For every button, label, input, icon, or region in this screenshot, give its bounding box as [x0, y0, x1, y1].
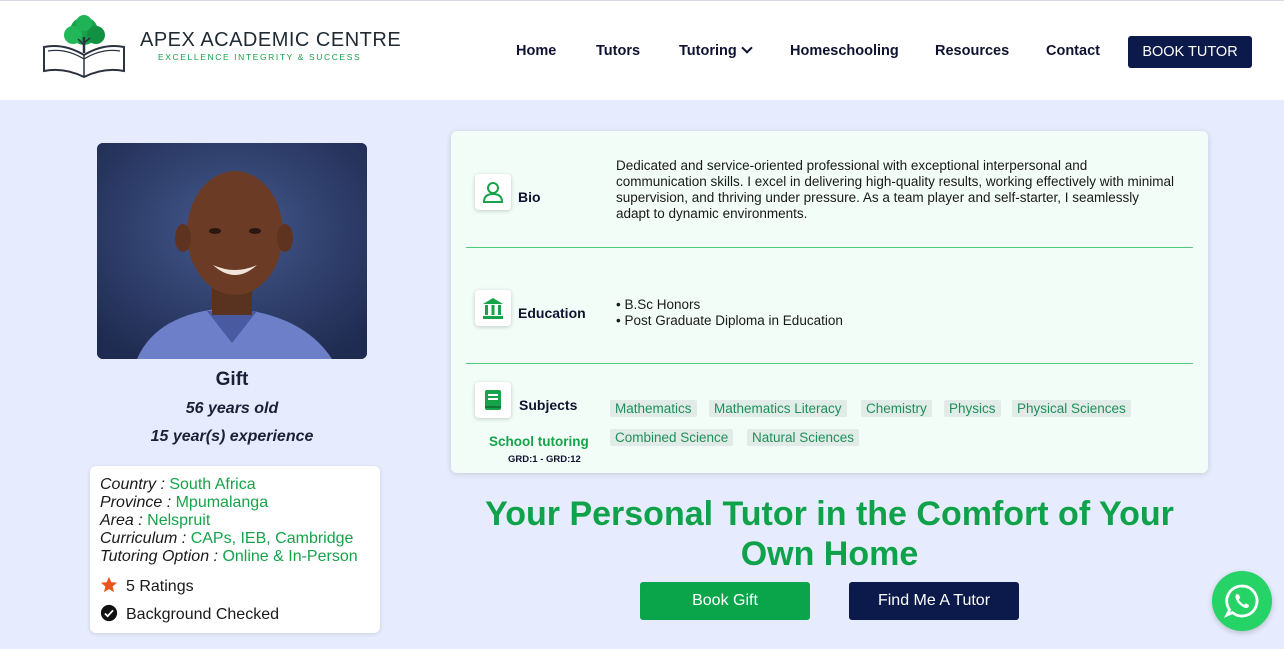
tutoring-option-value: Online & In-Person	[222, 548, 358, 565]
curriculum-label: Curriculum :	[100, 530, 191, 547]
area-value: Nelspruit	[147, 512, 211, 529]
province-row: Province : Mpumalanga	[100, 494, 268, 512]
country-value: South Africa	[169, 476, 256, 493]
book-tutor-gift-button[interactable]: Book Gift	[640, 582, 810, 620]
education-icon-box	[475, 290, 511, 326]
tutor-details-card: Bio Dedicated and service-oriented profe…	[451, 131, 1208, 473]
bio-icon-box	[475, 174, 511, 210]
brand-tagline: EXCELLENCE INTEGRITY & SUCCESS	[158, 52, 362, 62]
nav-contact[interactable]: Contact	[1046, 43, 1100, 59]
nav-tutors[interactable]: Tutors	[596, 43, 640, 59]
chevron-down-icon	[741, 42, 753, 54]
tutor-info-card: Country : South Africa Province : Mpumal…	[90, 466, 380, 633]
tutor-age: 56 years old	[185, 400, 279, 417]
background-checked-text: Background Checked	[126, 606, 279, 623]
nav-tutoring-label: Tutoring	[679, 43, 737, 59]
province-value: Mpumalanga	[175, 494, 269, 511]
subjects-label: Subjects	[519, 397, 578, 413]
ratings-text: 5 Ratings	[126, 578, 194, 595]
area-label: Area :	[100, 512, 148, 529]
subject-chip[interactable]: Physical Sciences	[1012, 400, 1131, 417]
bio-label: Bio	[518, 189, 541, 205]
subject-chip[interactable]: Combined Science	[610, 429, 734, 446]
headline: Your Personal Tutor in the Comfort of Yo…	[485, 495, 1174, 573]
curriculum-value: CAPs, IEB, Cambridge	[190, 530, 354, 547]
bio-text: Dedicated and service-oriented professio…	[616, 158, 1174, 221]
star-icon	[100, 576, 118, 593]
section-divider	[466, 363, 1193, 364]
nav-homeschooling[interactable]: Homeschooling	[790, 43, 899, 59]
tutor-photo	[97, 143, 367, 359]
background-check-row: Background Checked	[100, 604, 279, 624]
subject-chip[interactable]: Physics	[944, 400, 1001, 417]
site-header: APEX ACADEMIC CENTRE EXCELLENCE INTEGRIT…	[0, 0, 1284, 100]
tutoring-option-row: Tutoring Option : Online & In-Person	[100, 548, 358, 566]
education-item: • B.Sc Honors	[616, 297, 701, 312]
whatsapp-icon	[1224, 584, 1259, 618]
tutor-experience: 15 year(s) experience	[150, 428, 314, 445]
country-label: Country :	[100, 476, 170, 493]
check-circle-icon	[100, 604, 118, 622]
education-item: • Post Graduate Diploma in Education	[616, 313, 843, 328]
book-tree-logo-icon	[43, 15, 125, 79]
nav-tutoring[interactable]: Tutoring	[679, 42, 753, 59]
nav-resources[interactable]: Resources	[935, 43, 1009, 59]
subject-chip[interactable]: Chemistry	[861, 400, 932, 417]
area-row: Area : Nelspruit	[100, 512, 210, 530]
user-icon	[482, 182, 504, 203]
subjects-icon-box	[475, 382, 511, 418]
brand-title: APEX ACADEMIC CENTRE	[140, 29, 402, 51]
section-divider	[466, 247, 1193, 248]
subject-chip[interactable]: Natural Sciences	[747, 429, 860, 446]
tutor-name: Gift	[215, 369, 249, 390]
book-tutor-button[interactable]: BOOK TUTOR	[1128, 36, 1252, 68]
nav-home[interactable]: Home	[516, 43, 556, 59]
curriculum-row: Curriculum : CAPs, IEB, Cambridge	[100, 530, 353, 548]
grade-range: GRD:1 - GRD:12	[508, 454, 581, 465]
country-row: Country : South Africa	[100, 476, 256, 494]
school-tutoring-label: School tutoring	[489, 434, 589, 449]
find-me-a-tutor-button[interactable]: Find Me A Tutor	[849, 582, 1019, 620]
subject-chip[interactable]: Mathematics	[610, 400, 697, 417]
tutoring-option-label: Tutoring Option :	[100, 548, 223, 565]
brand-logo[interactable]: APEX ACADEMIC CENTRE EXCELLENCE INTEGRIT…	[40, 13, 401, 83]
subject-chip[interactable]: Mathematics Literacy	[709, 400, 847, 417]
institution-icon	[483, 298, 503, 319]
education-label: Education	[518, 305, 586, 321]
ratings-row: 5 Ratings	[100, 576, 194, 596]
book-icon	[485, 390, 501, 410]
tutor-portrait-image	[97, 143, 367, 359]
whatsapp-chat-button[interactable]	[1212, 571, 1272, 631]
province-label: Province :	[100, 494, 176, 511]
